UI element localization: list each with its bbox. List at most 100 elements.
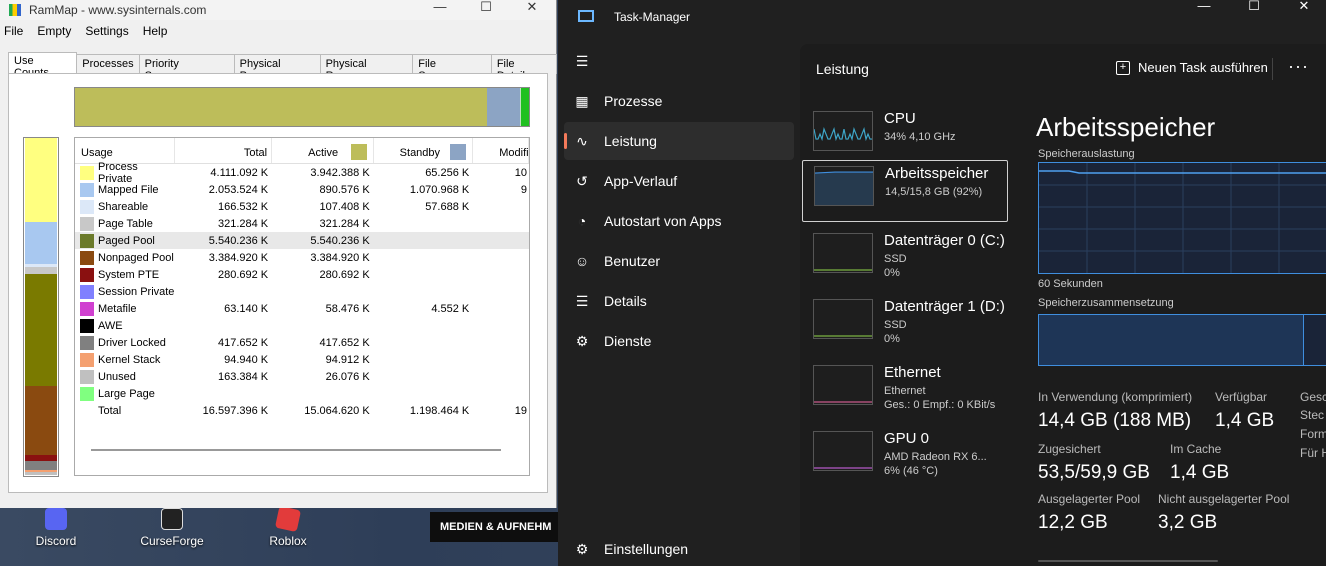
sidebar-item-details[interactable]: ☰ Details [564,282,794,320]
more-options-button[interactable]: ··· [1288,56,1309,77]
table-row[interactable]: Mapped File 2.053.524 K 890.576 K 1.070.968… [75,181,529,198]
stat-nonpaged-pool-value: 3,2 GB [1158,512,1218,533]
menu-empty[interactable]: Empty [37,24,71,38]
perf-item[interactable]: CPU 34% 4,10 GHz [802,106,1008,168]
table-row[interactable]: Driver Locked 417.652 K 417.652 K [75,334,529,351]
use-counts-table[interactable]: Usage Total Active Standby Modified Proc… [74,137,530,476]
perf-graph [813,365,873,405]
perf-graph-fill [815,172,873,205]
desktop-icon-label: CurseForge [140,534,204,548]
tab-processes[interactable]: Processes [76,54,140,74]
sidebar-item-label: Prozesse [604,93,663,109]
close-button[interactable]: ✕ [1280,0,1326,16]
performance-content: Leistung + Neuen Task ausführen ··· CPU 3… [800,44,1326,566]
perf-item[interactable]: Ethernet Ethernet Ges.: 0 Empf.: 0 KBit/s [802,360,1008,422]
rammap-menubar: File Empty Settings Help [0,20,556,42]
table-row[interactable]: Nonpaged Pool 3.384.920 K 3.384.920 K [75,249,529,266]
perf-sub1: 34% 4,10 GHz [884,131,956,143]
sidebar: ☰ ▦ Prozesse ∿ Leistung ↺ App-Verlauf ◔ Autosta… [558,40,800,566]
cell-usage: AWE [75,318,175,333]
usage-swatch [80,284,94,299]
tab-priority-summary[interactable]: Priority Summary [138,54,235,82]
cell-usage: Page Table [75,216,175,231]
cell-usage: Paged Pool [75,233,175,248]
tab-physical-ranges[interactable]: Physical Ranges [319,54,414,82]
grid-icon: ▦ [575,92,589,109]
table-row[interactable]: Process Private 4.111.092 K 3.942.388 K 65.… [75,161,529,185]
table-row[interactable]: Kernel Stack 94.940 K 94.912 K [75,351,529,368]
perf-name: Datenträger 0 (C:) [884,232,1005,249]
perf-name: GPU 0 [884,430,930,447]
perf-item[interactable]: Datenträger 0 (C:) SSD 0% [802,228,1008,290]
maximize-button[interactable]: ☐ [1230,0,1278,16]
table-row[interactable]: Shareable 166.532 K 107.408 K 57.688 K [75,198,529,215]
cell-standby: 1.198.464 K [409,404,470,417]
sidebar-item-label: Dienste [604,333,652,349]
usage-label: System PTE [98,268,160,281]
taskmanager-titlebar[interactable]: Task-Manager — ☐ ✕ [558,0,1326,34]
sidebar-item-settings[interactable]: ⚙ Einstellungen [564,530,794,566]
sidebar-item-app-verlauf[interactable]: ↺ App-Verlauf [564,162,794,200]
cell-usage: Nonpaged Pool [75,250,175,265]
menu-settings[interactable]: Settings [85,24,128,38]
col-total[interactable]: Total [175,138,273,163]
sidebar-item-leistung[interactable]: ∿ Leistung [564,122,794,160]
tab-use-counts[interactable]: Use Counts [8,52,78,79]
maximize-button[interactable]: ☐ [466,0,506,16]
table-row[interactable]: Session Private [75,283,529,300]
content-header: Leistung + Neuen Task ausführen ··· [800,44,1326,92]
minimize-button[interactable]: — [420,0,460,16]
tab-file-summary[interactable]: File Summary [412,54,492,82]
rammap-titlebar[interactable]: RamMap - www.sysinternals.com — ☐ ✕ [0,0,556,20]
cell-active: 94.912 K [325,353,370,366]
cell-usage: Unused [75,369,175,384]
stat-in-use-value: 14,4 GB (188 MB) [1038,410,1192,431]
perf-item[interactable]: Arbeitsspeicher 14,5/15,8 GB (92%) [802,160,1008,222]
table-row[interactable]: Metafile 63.140 K 58.476 K 4.552 K [75,300,529,317]
cell-standby: 65.256 K [425,166,470,179]
cell-usage: Metafile [75,301,175,316]
memory-composition-fill [1039,315,1304,365]
tab-physical-pages[interactable]: Physical Pages [233,54,321,82]
desktop-icon-curseforge[interactable]: CurseForge [137,508,207,548]
cell-standby: 57.688 K [425,200,470,213]
menu-help[interactable]: Help [143,24,168,38]
tab-file-details[interactable]: File Details [490,54,558,82]
table-row[interactable]: AWE [75,317,529,334]
table-row[interactable]: Paged Pool 5.540.236 K 5.540.236 K [75,232,529,249]
perf-item[interactable]: Datenträger 1 (D:) SSD 0% [802,294,1008,356]
usage-swatch [80,404,94,418]
perf-item[interactable]: GPU 0 AMD Radeon RX 6... 6% (46 °C) [802,426,1008,488]
minimize-button[interactable]: — [1180,0,1228,16]
close-button[interactable]: ✕ [512,0,552,16]
rammap-title: RamMap - www.sysinternals.com [29,3,207,17]
menu-file[interactable]: File [4,24,23,38]
page-title: Leistung [816,61,869,77]
horizontal-scrollbar[interactable] [91,449,501,451]
cell-standby: 1.070.968 K [409,183,470,196]
table-row[interactable]: Total 16.597.396 K 15.064.620 K 1.198.464 K… [75,402,529,419]
table-row[interactable]: Page Table 321.284 K 321.284 K [75,215,529,232]
desktop-icon-discord[interactable]: Discord [21,508,91,548]
sidebar-item-dienste[interactable]: ⚙ Dienste [564,322,794,360]
content-scrollbar[interactable] [1038,560,1218,562]
table-row[interactable]: Unused 163.384 K 26.076 K [75,368,529,385]
table-row[interactable]: System PTE 280.692 K 280.692 K [75,266,529,283]
media-bar[interactable]: MEDIEN & AUFNEHM [430,512,560,542]
new-task-button[interactable]: + Neuen Task ausführen [1116,60,1268,75]
sidebar-item-prozesse[interactable]: ▦ Prozesse [564,82,794,120]
desktop-icon-roblox[interactable]: Roblox [253,505,323,548]
col-usage[interactable]: Usage [75,138,175,163]
col-active[interactable]: Active [272,138,374,163]
col-standby[interactable]: Standby [374,138,474,163]
standby-color-swatch [450,144,467,160]
cell-active: 3.942.388 K [310,166,370,179]
hamburger-button[interactable]: ☰ [564,42,794,80]
usage-label: Shareable [98,200,149,213]
col-modified[interactable]: Modified [473,138,529,163]
table-row[interactable]: Large Page [75,385,529,402]
sidebar-item-benutzer[interactable]: ☺ Benutzer [564,242,794,280]
cell-active: 890.576 K [319,183,370,196]
rammap-window: RamMap - www.sysinternals.com — ☐ ✕ File… [0,0,558,508]
sidebar-item-autostart-von-apps[interactable]: ◔ Autostart von Apps [564,202,794,240]
